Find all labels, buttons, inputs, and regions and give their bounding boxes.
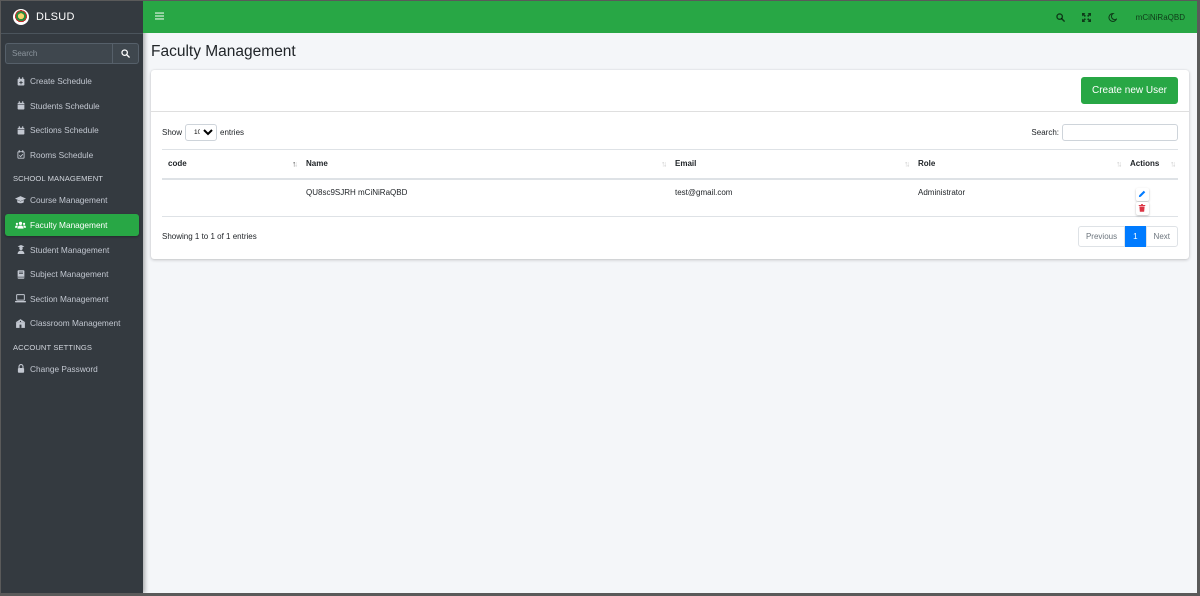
sidebar-item-classroom-management[interactable]: Classroom Management — [5, 312, 139, 334]
user-graduate-icon — [15, 244, 26, 255]
sidebar-item-label: Change Password — [30, 363, 98, 374]
sidebar-header-school: SCHOOL MANAGEMENT — [13, 174, 104, 184]
sort-icon: ↑↓ — [904, 159, 910, 169]
sidebar-item-label: Classroom Management — [30, 318, 121, 329]
sidebar-item-label: Students Schedule — [30, 100, 100, 111]
book-icon — [15, 269, 26, 280]
entries-select[interactable]: 10 — [185, 123, 218, 141]
users-icon — [15, 219, 26, 230]
sort-icon: ↑↓ — [661, 159, 667, 169]
lock-icon — [15, 363, 26, 374]
column-header-actions[interactable]: Actions ↑↓ — [1124, 149, 1178, 180]
calendar-plus-icon — [15, 76, 26, 87]
next-page-button[interactable]: Next — [1145, 226, 1178, 247]
pencil-icon — [1138, 190, 1146, 198]
create-user-button[interactable]: Create new User — [1080, 77, 1178, 104]
page-title: Faculty Management — [151, 43, 296, 60]
card-body: Show 10 entries Search: code ↑↓ Name ↑↓ … — [151, 112, 1189, 259]
sidebar-item-label: Section Management — [30, 293, 109, 304]
app-window: DLSUD Create Schedule Students Schedule … — [1, 1, 1197, 593]
cell-name: QU8sc9SJRH mCiNiRaQBD — [306, 187, 408, 197]
sidebar-item-section-management[interactable]: Section Management — [5, 288, 139, 310]
sidebar-item-label: Faculty Management — [30, 219, 108, 230]
laptop-icon — [15, 293, 26, 304]
row-actions — [1134, 187, 1150, 216]
table-info: Showing 1 to 1 of 1 entries — [162, 232, 257, 241]
top-navbar: mCiNiRaQBD — [143, 1, 1197, 33]
sort-icon: ↑↓ — [1170, 159, 1176, 169]
bars-icon[interactable] — [155, 11, 164, 23]
delete-button[interactable] — [1135, 201, 1149, 215]
column-header-name[interactable]: Name ↑↓ — [300, 149, 669, 180]
sidebar-header-account: ACCOUNT SETTINGS — [13, 342, 93, 352]
sort-asc-icon: ↑↓ — [292, 159, 298, 169]
sidebar-item-label: Rooms Schedule — [30, 149, 94, 160]
cell-email: test@gmail.com — [675, 187, 733, 197]
page-1-button[interactable]: 1 — [1125, 226, 1146, 247]
search-label: Search: — [1031, 127, 1059, 137]
sidebar-nav: Create Schedule Students Schedule Sectio… — [1, 70, 143, 380]
sort-icon: ↑↓ — [1116, 159, 1122, 169]
faculty-card: Create new User Show 10 entries Search: — [151, 70, 1189, 259]
sidebar-item-student-management[interactable]: Student Management — [5, 239, 139, 261]
card-header: Create new User — [151, 70, 1189, 112]
graduation-cap-icon — [15, 195, 26, 206]
sidebar-item-students-schedule[interactable]: Students Schedule — [5, 95, 139, 117]
sidebar-item-faculty-management[interactable]: Faculty Management — [5, 213, 139, 236]
calendar-icon — [15, 125, 26, 136]
brand-link[interactable]: DLSUD — [1, 1, 143, 34]
show-label: Show — [162, 127, 183, 137]
moon-icon[interactable] — [1100, 12, 1126, 22]
sidebar-item-rooms-schedule[interactable]: Rooms Schedule — [5, 144, 139, 166]
edit-button[interactable] — [1135, 187, 1149, 201]
expand-icon[interactable] — [1074, 12, 1100, 22]
school-icon — [15, 318, 26, 329]
cell-code — [162, 179, 300, 217]
cell-role: Administrator — [918, 187, 966, 197]
calendar-icon — [15, 100, 26, 111]
sidebar-item-course-management[interactable]: Course Management — [5, 189, 139, 211]
table-filter: Search: — [1031, 123, 1178, 141]
sidebar-item-change-password[interactable]: Change Password — [5, 358, 139, 380]
navbar-right: mCiNiRaQBD — [1048, 12, 1185, 22]
sidebar-search — [5, 43, 139, 64]
sidebar-item-label: Course Management — [30, 195, 108, 206]
brand-name: DLSUD — [36, 11, 75, 23]
sidebar-item-label: Create Schedule — [30, 76, 92, 86]
entries-label: entries — [220, 127, 245, 137]
sidebar-item-label: Sections Schedule — [30, 125, 99, 136]
calendar-check-icon — [15, 149, 26, 160]
sidebar-search-button[interactable] — [112, 43, 139, 64]
trash-icon — [1138, 204, 1146, 212]
brand-logo-icon — [13, 9, 29, 25]
table-footer: Showing 1 to 1 of 1 entries Previous 1 N… — [162, 226, 1178, 247]
sidebar: DLSUD Create Schedule Students Schedule … — [1, 1, 143, 593]
entries-length: Show 10 entries — [162, 123, 245, 141]
pagination: Previous 1 Next — [1077, 226, 1178, 247]
sidebar-item-subject-management[interactable]: Subject Management — [5, 263, 139, 285]
sidebar-item-sections-schedule[interactable]: Sections Schedule — [5, 119, 139, 141]
table-row: QU8sc9SJRH mCiNiRaQBD test@gmail.com Adm… — [162, 179, 1178, 217]
column-header-code[interactable]: code ↑↓ — [162, 149, 300, 180]
sidebar-item-create-schedule[interactable]: Create Schedule — [5, 70, 139, 92]
sidebar-item-label: Student Management — [30, 244, 110, 255]
table-header-row: code ↑↓ Name ↑↓ Email ↑↓ Role ↑↓ Actions… — [162, 149, 1178, 180]
column-header-role[interactable]: Role ↑↓ — [912, 149, 1124, 180]
search-icon[interactable] — [1048, 12, 1074, 22]
table-search-input[interactable] — [1062, 123, 1178, 141]
column-header-email[interactable]: Email ↑↓ — [669, 149, 912, 180]
sidebar-item-label: Subject Management — [30, 269, 109, 280]
search-icon — [121, 49, 130, 58]
main-content: Faculty Management Create new User Show … — [143, 33, 1197, 593]
sidebar-search-input[interactable] — [5, 43, 112, 64]
table-controls: Show 10 entries Search: — [162, 122, 1178, 142]
previous-page-button[interactable]: Previous — [1077, 226, 1126, 247]
user-menu[interactable]: mCiNiRaQBD — [1136, 13, 1185, 22]
faculty-table: code ↑↓ Name ↑↓ Email ↑↓ Role ↑↓ Actions… — [162, 149, 1178, 217]
cell-actions — [1124, 179, 1178, 217]
